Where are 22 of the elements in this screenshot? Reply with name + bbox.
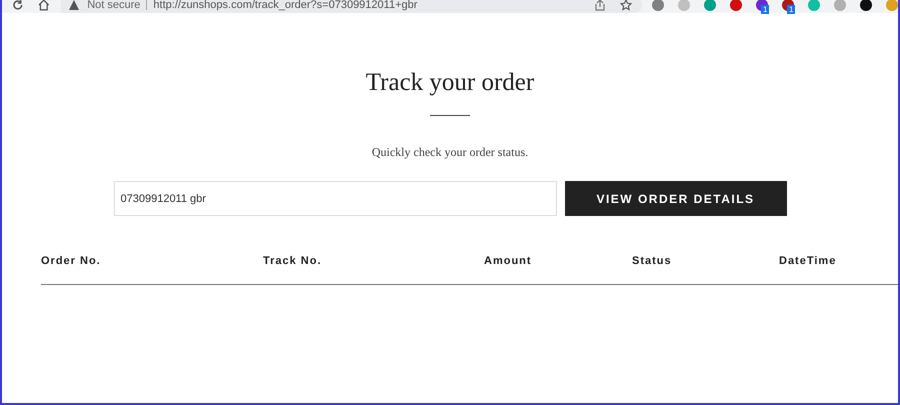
url-text: http://zunshops.com/track_order?s=07309912011+gbr — [153, 0, 418, 13]
extension-icon[interactable]: 1 — [756, 0, 768, 11]
view-order-details-button[interactable]: VIEW ORDER DETAILS — [564, 181, 786, 216]
order-search-field[interactable]: 07309912011 gbr — [114, 181, 556, 216]
warning-icon — [69, 0, 80, 10]
address-bar[interactable]: Not secure http://zunshops.com/track_order?s=07309912011+gbr — [61, 0, 642, 13]
share-icon[interactable] — [594, 0, 606, 11]
reload-icon[interactable] — [12, 0, 24, 11]
extension-icon[interactable] — [860, 0, 872, 11]
extension-icon[interactable]: 1 — [782, 0, 794, 11]
page-title: Track your order — [366, 68, 534, 98]
column-header: Status — [632, 254, 673, 269]
security-label: Not secure — [87, 0, 140, 13]
column-header: Amount — [484, 254, 533, 269]
subtitle: Quickly check your order status. — [372, 144, 528, 161]
column-header: DateTime — [779, 254, 838, 269]
badge-count: 1 — [761, 5, 770, 14]
star-icon[interactable] — [620, 0, 632, 11]
home-icon[interactable] — [38, 0, 50, 11]
badge-count: 1 — [787, 5, 796, 14]
column-header: Order No. — [41, 254, 102, 269]
column-header: Track No. — [263, 254, 323, 269]
